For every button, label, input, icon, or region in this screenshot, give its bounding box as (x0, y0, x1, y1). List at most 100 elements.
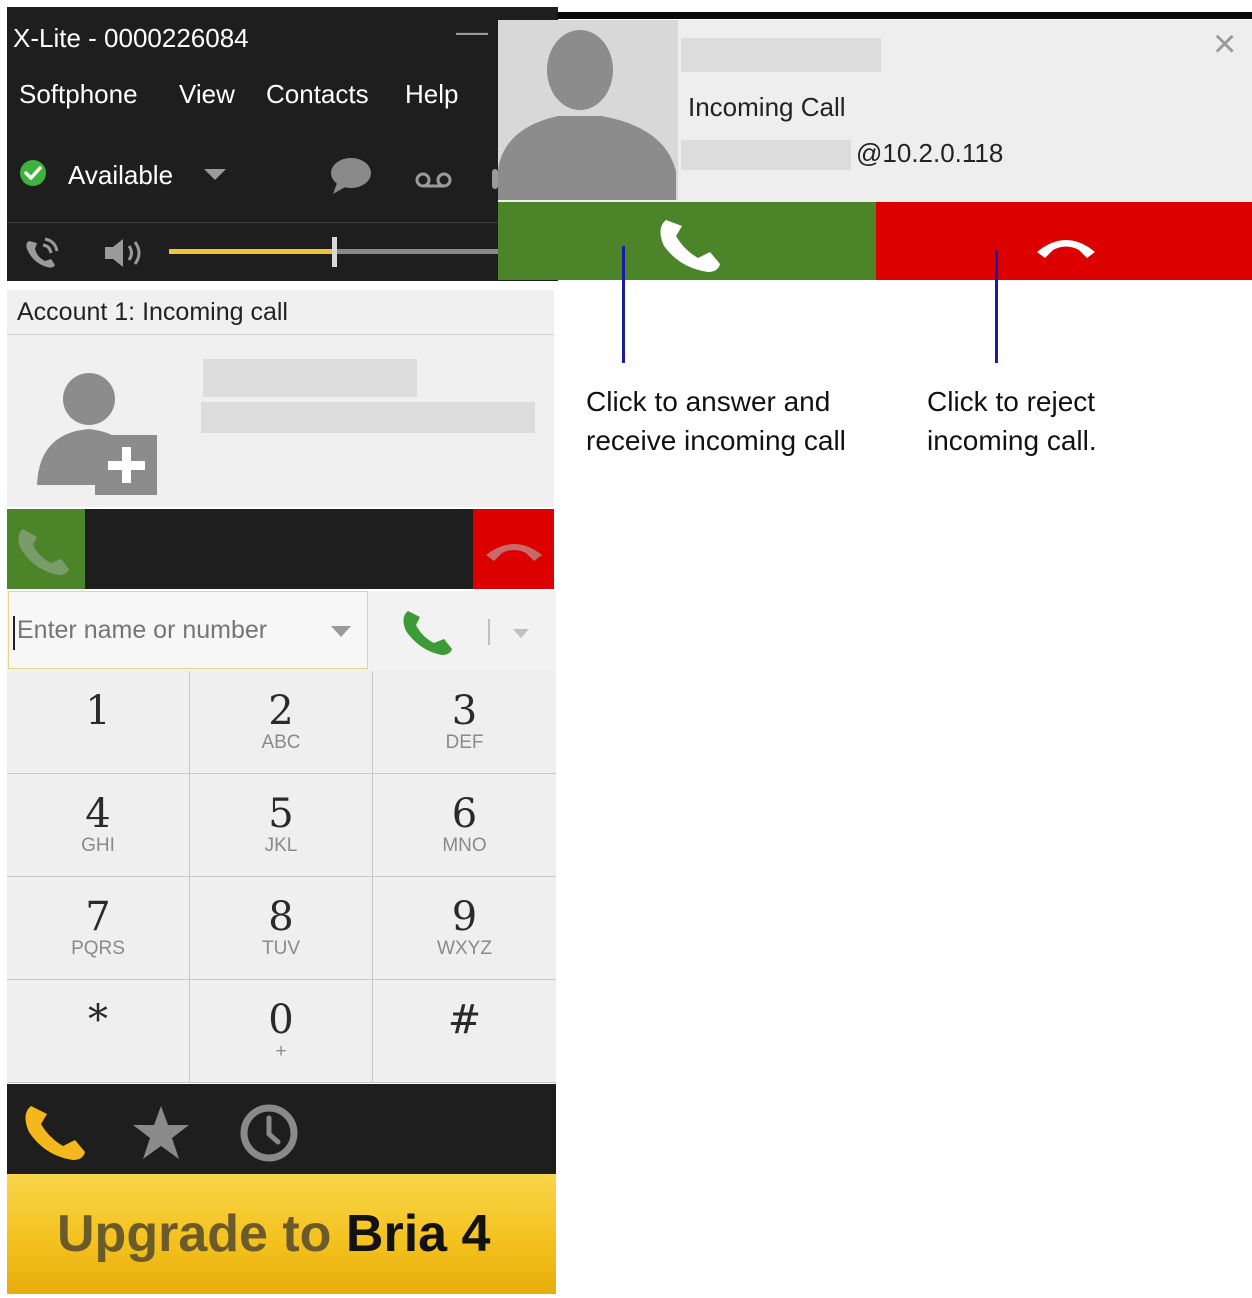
keypad-digit: 3 (451, 688, 478, 734)
minimize-button[interactable]: — (456, 13, 488, 50)
keypad-key-3[interactable]: 3 DEF (373, 671, 556, 774)
keypad-letters: ABC (261, 732, 301, 753)
keypad-key-8[interactable]: 8 TUV (190, 877, 373, 980)
redacted-caller-name (203, 359, 417, 397)
incoming-call-popup: Incoming Call @10.2.0.118 × (498, 20, 1252, 280)
popup-close-button[interactable]: × (1213, 22, 1236, 67)
menu-view[interactable]: View (179, 79, 235, 110)
keypad-digit: 0 (268, 997, 294, 1043)
keypad-key-4[interactable]: 4 GHI (7, 774, 190, 877)
caller-info-panel (7, 335, 554, 507)
keypad-letters: + (275, 1041, 287, 1062)
available-check-icon (20, 160, 46, 186)
account-call-header: Account 1: Incoming call (7, 290, 554, 335)
keypad-letters: TUV (262, 938, 300, 959)
upgrade-brand-name: Bria 4 (345, 1205, 491, 1263)
redacted-caller-address (201, 402, 535, 433)
call-forward-icon[interactable] (23, 235, 63, 271)
keypad-digit: 9 (451, 894, 478, 940)
hangup-phone-icon (1037, 240, 1095, 258)
menu-bar: Softphone View Contacts Help (7, 67, 558, 127)
answer-annotation-line1: Click to answer and (586, 386, 831, 417)
keypad-key-7[interactable]: 7 PQRS (7, 877, 190, 980)
dial-search-input[interactable] (17, 610, 317, 650)
softphone-window: X-Lite - 0000226084 — Softphone View Con… (7, 7, 558, 1294)
menu-help[interactable]: Help (405, 79, 458, 110)
presence-selector[interactable]: Available (19, 155, 226, 195)
dial-input-container (8, 591, 368, 669)
keypad-letters: JKL (264, 835, 298, 856)
reject-pointer-line (995, 250, 998, 363)
keypad-letters: WXYZ (437, 938, 492, 959)
presence-label: Available (68, 160, 174, 190)
incoming-call-label: Incoming Call (688, 92, 846, 122)
answer-phone-icon (660, 220, 720, 272)
keypad-key-hash[interactable]: # (373, 980, 556, 1083)
place-call-button[interactable] (400, 607, 452, 657)
keypad-key-0[interactable]: 0 + (190, 980, 373, 1083)
keypad-digit: 2 (268, 688, 294, 734)
volume-slider[interactable] (169, 237, 499, 267)
caller-avatar-icon (498, 30, 676, 200)
keypad-key-9[interactable]: 9 WXYZ (373, 877, 556, 980)
upgrade-banner-text: Upgrade to Bria 4 (57, 1204, 490, 1264)
upgrade-prefix: Upgrade to (57, 1205, 346, 1263)
account-call-actions (7, 509, 554, 589)
call-button-divider (488, 619, 490, 645)
account-reject-button[interactable] (473, 509, 554, 589)
menu-softphone[interactable]: Softphone (19, 79, 138, 110)
answer-pointer-line (622, 246, 625, 363)
bottom-navigation (7, 1084, 556, 1174)
upgrade-banner[interactable]: Upgrade to Bria 4 (7, 1174, 556, 1294)
call-options-dropdown-icon[interactable] (513, 629, 529, 639)
keypad-letters: GHI (81, 835, 115, 856)
keypad-digit: 8 (268, 894, 294, 940)
hangup-phone-icon (486, 544, 542, 561)
dial-history-dropdown-icon[interactable] (331, 626, 351, 638)
popup-answer-button[interactable] (498, 202, 876, 280)
keypad-letters: DEF (445, 732, 484, 753)
favorites-star-icon[interactable] (131, 1104, 191, 1162)
account-answer-button[interactable] (7, 509, 85, 589)
popup-reject-button[interactable] (876, 202, 1252, 280)
keypad-key-6[interactable]: 6 MNO (373, 774, 556, 877)
volume-thumb[interactable] (332, 237, 337, 267)
keypad-key-star[interactable]: * (7, 980, 190, 1083)
keypad-key-5[interactable]: 5 JKL (190, 774, 373, 877)
voicemail-icon[interactable] (415, 170, 453, 190)
volume-fill (169, 249, 334, 254)
title-bar: X-Lite - 0000226084 — (7, 7, 558, 67)
caller-address: @10.2.0.118 (856, 138, 1004, 168)
keypad-letters: MNO (442, 835, 487, 856)
presence-dropdown-icon (204, 169, 226, 180)
keypad-key-2[interactable]: 2 ABC (190, 671, 373, 774)
phone-icon[interactable] (21, 1102, 85, 1162)
reject-annotation-line1: Click to reject (927, 386, 1096, 417)
keypad-letters: PQRS (71, 938, 125, 959)
reject-annotation-line2: incoming call. (927, 425, 1097, 456)
answer-phone-icon (18, 529, 69, 575)
reject-annotation: Click to reject incoming call. (927, 382, 1097, 460)
menu-contacts[interactable]: Contacts (266, 79, 369, 110)
text-cursor (13, 616, 15, 650)
popup-top-border (557, 12, 1252, 19)
keypad-digit: 7 (85, 894, 111, 940)
keypad-digit: 1 (85, 688, 111, 734)
caller-avatar (498, 20, 678, 200)
redacted-popup-caller-id (681, 140, 851, 170)
dial-pad: 1 2 ABC 3 DEF 4 GHI 5 JKL 6 MNO 7 PQRS 8 TUV 9 WXYZ * 0 + # (7, 671, 556, 1083)
keypad-digit: * (88, 997, 108, 1043)
chat-bubble-icon[interactable] (329, 157, 373, 195)
history-clock-icon[interactable] (239, 1103, 299, 1163)
answer-annotation-line2: receive incoming call (586, 425, 846, 456)
add-contact-icon[interactable] (35, 367, 159, 495)
keypad-digit: 4 (85, 791, 111, 837)
keypad-digit: 5 (268, 791, 294, 837)
answer-annotation: Click to answer and receive incoming cal… (586, 382, 846, 460)
redacted-popup-caller-name (681, 38, 881, 72)
window-title: X-Lite - 0000226084 (13, 23, 249, 53)
audio-bar (7, 222, 558, 281)
dial-input-row (7, 591, 556, 672)
speaker-icon[interactable] (103, 237, 149, 269)
keypad-key-1[interactable]: 1 (7, 671, 190, 774)
